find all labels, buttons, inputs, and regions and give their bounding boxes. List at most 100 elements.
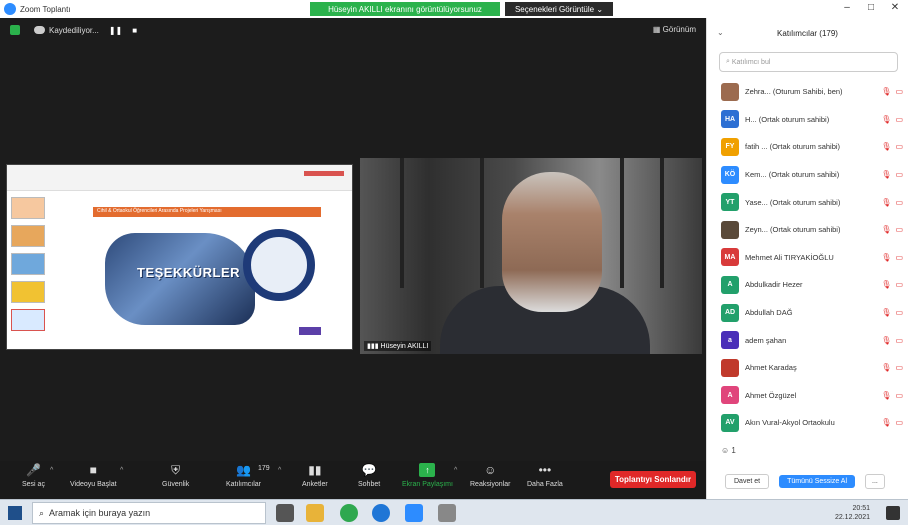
edge-icon[interactable] xyxy=(372,504,390,522)
participant-row[interactable]: A Abdulkadir Hezer 🎙 ▭ xyxy=(707,271,908,299)
zoom-taskbar-icon[interactable] xyxy=(405,504,423,522)
participant-status-icons: 🎙 ▭ xyxy=(881,280,903,289)
share-screen-button[interactable]: ↑ Ekran Paylaşımı xyxy=(402,463,453,488)
slide-thumbnail-active xyxy=(11,309,45,331)
participant-row[interactable]: A Ahmet Özgüzel 🎙 ▭ xyxy=(707,382,908,410)
ribbon-highlight xyxy=(304,171,344,176)
mute-all-button[interactable]: Tümünü Sessize Al xyxy=(779,474,855,488)
minimize-icon[interactable]: – xyxy=(836,2,858,16)
participants-options-caret-icon[interactable]: ^ xyxy=(278,467,281,474)
encryption-shield-icon[interactable] xyxy=(10,25,20,35)
windows-start-icon[interactable] xyxy=(8,506,22,520)
share-options-caret-icon[interactable]: ^ xyxy=(454,467,457,474)
participant-row[interactable]: FY fatih ... (Ortak oturum sahibi) 🎙 ▭ xyxy=(707,133,908,161)
video-off-icon: ▭ xyxy=(895,308,903,318)
participants-count: 179 xyxy=(258,465,270,472)
microphone-muted-icon: 🎙 xyxy=(881,390,892,400)
participant-name: adem şahan xyxy=(745,335,787,345)
audio-options-caret-icon[interactable]: ^ xyxy=(50,467,53,474)
video-options-caret-icon[interactable]: ^ xyxy=(120,467,123,474)
microphone-muted-icon: 🎙 xyxy=(881,87,892,97)
maximize-icon[interactable]: □ xyxy=(860,2,882,16)
speaker-video[interactable]: ▮▮▮ Hüseyin AKILLI xyxy=(360,158,702,354)
avatar xyxy=(721,358,739,377)
microphone-muted-icon: 🎙 xyxy=(881,418,892,428)
participant-search-input[interactable]: ⌕ Katılımcı bul xyxy=(719,52,898,72)
cloud-recording-icon xyxy=(34,26,45,34)
file-explorer-icon[interactable] xyxy=(306,504,324,522)
meeting-top-strip: Kaydediliyor... ❚❚ ■ ▦ Görünüm xyxy=(0,18,706,42)
chrome-icon[interactable] xyxy=(340,504,358,522)
chat-bubble-icon: 💬 xyxy=(361,463,377,477)
security-button[interactable]: ⛨ Güvenlik xyxy=(162,463,189,488)
avatar: AD xyxy=(721,303,739,322)
avatar xyxy=(721,220,739,239)
participant-name: Kem... (Ortak oturum sahibi) xyxy=(745,170,840,180)
participant-row[interactable]: MA Mehmet Ali TIRYAKİOĞLU 🎙 ▭ xyxy=(707,244,908,272)
end-meeting-button[interactable]: Toplantıyı Sonlandır xyxy=(610,471,696,488)
chat-button[interactable]: 💬 Sohbet xyxy=(358,463,380,488)
polls-label: Anketler xyxy=(302,481,328,488)
more-button[interactable]: ••• Daha Fazla xyxy=(527,463,563,488)
slide-footer-accent xyxy=(299,327,321,335)
microphone-muted-icon: 🎤 xyxy=(26,463,41,477)
participant-row[interactable]: YT Yase... (Ortak oturum sahibi) 🎙 ▭ xyxy=(707,188,908,216)
close-icon[interactable]: ✕ xyxy=(884,2,906,16)
participant-status-icons: 🎙 ▭ xyxy=(881,225,903,234)
participant-row[interactable]: AV Akın Vural-Akyol Ortaokulu 🎙 ▭ xyxy=(707,409,908,437)
avatar: MA xyxy=(721,248,739,267)
participants-button[interactable]: 👥 Katılımcılar xyxy=(226,463,261,488)
more-label: Daha Fazla xyxy=(527,481,563,488)
microphone-muted-icon: 🎙 xyxy=(881,170,892,180)
video-off-icon: ▭ xyxy=(895,390,903,400)
collapse-panel-icon[interactable]: ⌄ xyxy=(717,28,724,37)
invite-button[interactable]: Davet et xyxy=(725,473,770,489)
participant-row[interactable]: Ahmet Karadaş 🎙 ▭ xyxy=(707,354,908,382)
view-label: Görünüm xyxy=(662,25,696,34)
app-taskbar-icon[interactable] xyxy=(438,504,456,522)
meeting-toolbar: 🎤 Sesi aç ^ ■ Videoyu Başlat ^ ⛨ Güvenli… xyxy=(0,461,706,499)
unmute-button[interactable]: 🎤 Sesi aç xyxy=(22,463,45,488)
photo-circle xyxy=(243,229,315,301)
participant-status-icons: 🎙 ▭ xyxy=(881,142,903,151)
microphone-muted-icon: 🎙 xyxy=(881,225,892,235)
pause-recording-icon[interactable]: ❚❚ xyxy=(109,26,122,35)
security-shield-icon: ⛨ xyxy=(171,463,181,477)
microphone-muted-icon: 🎙 xyxy=(881,142,892,152)
recording-indicator: Kaydediliyor... xyxy=(34,26,99,35)
microphone-muted-icon: 🎙 xyxy=(881,308,892,318)
participant-row[interactable]: HA H... (Ortak oturum sahibi) 🎙 ▭ xyxy=(707,106,908,134)
avatar xyxy=(721,82,739,101)
participant-row[interactable]: AD Abdullah DAĞ 🎙 ▭ xyxy=(707,299,908,327)
background-window-frame xyxy=(480,158,484,288)
participant-status-icons: 🎙 ▭ xyxy=(881,253,903,262)
system-tray: 20:51 22.12.2021 xyxy=(835,504,870,522)
speaker-name: Hüseyin AKILLI xyxy=(380,343,429,350)
microphone-muted-icon: 🎙 xyxy=(881,335,892,345)
participant-row[interactable]: Zeyn... (Ortak oturum sahibi) 🎙 ▭ xyxy=(707,216,908,244)
notification-center-icon[interactable] xyxy=(886,506,900,520)
raised-hands-counter: ☺ 1 xyxy=(721,446,736,455)
view-button[interactable]: ▦ Görünüm xyxy=(653,25,696,34)
taskbar-date: 22.12.2021 xyxy=(834,514,870,521)
start-video-button[interactable]: ■ Videoyu Başlat xyxy=(70,463,117,488)
video-off-icon: ▭ xyxy=(895,335,903,345)
participant-name: Mehmet Ali TIRYAKİOĞLU xyxy=(745,252,834,262)
participant-row[interactable]: Zehra... (Oturum Sahibi, ben) 🎙 ▭ xyxy=(707,78,908,106)
slide-thumbnails xyxy=(11,197,47,337)
polls-button[interactable]: ▮▮ Anketler xyxy=(302,463,328,488)
panel-more-button[interactable]: ... xyxy=(865,473,885,489)
unmute-label: Sesi aç xyxy=(22,481,45,488)
participant-row[interactable]: KÖ Kem... (Ortak oturum sahibi) 🎙 ▭ xyxy=(707,161,908,189)
view-options-button[interactable]: Seçenekleri Görüntüle ⌄ xyxy=(505,2,613,16)
reactions-label: Reaksiyonlar xyxy=(470,481,511,488)
video-off-icon: ▭ xyxy=(895,87,903,97)
reactions-button[interactable]: ☺ Reaksiyonlar xyxy=(470,463,510,488)
taskbar-search-input[interactable]: ⌕ Aramak için buraya yazın xyxy=(32,502,266,524)
powerpoint-ribbon xyxy=(7,165,352,191)
participant-row[interactable]: a adem şahan 🎙 ▭ xyxy=(707,326,908,354)
participant-name: H... (Ortak oturum sahibi) xyxy=(745,114,830,124)
task-view-icon[interactable] xyxy=(276,504,294,522)
stop-recording-icon[interactable]: ■ xyxy=(132,26,137,35)
chat-label: Sohbet xyxy=(358,481,381,488)
